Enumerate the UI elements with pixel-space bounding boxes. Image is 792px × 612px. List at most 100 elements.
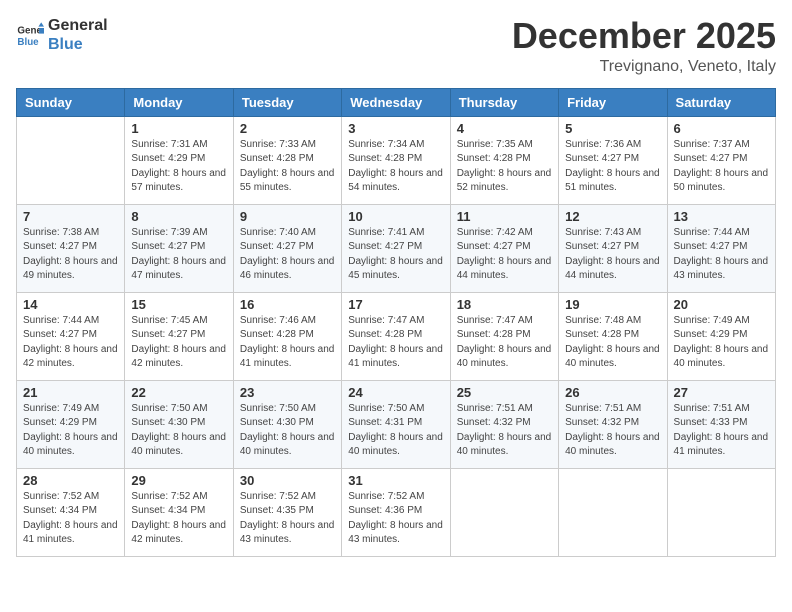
day-info: Sunrise: 7:34 AMSunset: 4:28 PMDaylight:… (348, 138, 443, 196)
day-number: 1 (131, 121, 226, 136)
calendar-cell: 11 Sunrise: 7:42 AMSunset: 4:27 PMDayligh… (450, 204, 558, 292)
weekday-header-wednesday: Wednesday (342, 88, 450, 116)
day-info: Sunrise: 7:52 AMSunset: 4:34 PMDaylight:… (131, 490, 226, 548)
calendar-cell: 12Sunrise: 7:43 AMSunset: 4:27 PMDayligh… (559, 204, 667, 292)
day-number: 31 (348, 473, 443, 488)
day-number: 17 (348, 297, 443, 312)
day-info: Sunrise: 7:52 AMSunset: 4:36 PMDaylight:… (348, 490, 443, 548)
day-number: 10 (348, 209, 443, 224)
calendar-cell: 24Sunrise: 7:50 AMSunset: 4:31 PMDayligh… (342, 380, 450, 468)
calendar-cell: 21 Sunrise: 7:49 AMSunset: 4:29 PMDayligh… (17, 380, 125, 468)
day-number: 22 (131, 385, 226, 400)
calendar-cell: 18 Sunrise: 7:47 AMSunset: 4:28 PMDayligh… (450, 292, 558, 380)
calendar-cell: 31 Sunrise: 7:52 AMSunset: 4:36 PMDayligh… (342, 468, 450, 556)
day-number: 18 (457, 297, 552, 312)
day-number: 6 (674, 121, 769, 136)
day-info: Sunrise: 7:45 AMSunset: 4:27 PMDaylight:… (131, 314, 226, 372)
weekday-header-sunday: Sunday (17, 88, 125, 116)
calendar-cell: 3 Sunrise: 7:34 AMSunset: 4:28 PMDaylight… (342, 116, 450, 204)
day-info: Sunrise: 7:47 AMSunset: 4:28 PMDaylight:… (457, 314, 552, 372)
weekday-header-monday: Monday (125, 88, 233, 116)
day-info: Sunrise: 7:48 AMSunset: 4:28 PMDaylight:… (565, 314, 660, 372)
logo-text-general: General (48, 16, 108, 35)
week-row-1: 1 Sunrise: 7:31 AMSunset: 4:29 PMDaylight… (17, 116, 776, 204)
calendar-cell: 23 Sunrise: 7:50 AMSunset: 4:30 PMDayligh… (233, 380, 341, 468)
day-info: Sunrise: 7:52 AMSunset: 4:34 PMDaylight:… (23, 490, 118, 548)
calendar-cell: 30Sunrise: 7:52 AMSunset: 4:35 PMDayligh… (233, 468, 341, 556)
calendar-cell: 22 Sunrise: 7:50 AMSunset: 4:30 PMDayligh… (125, 380, 233, 468)
day-number: 25 (457, 385, 552, 400)
day-info: Sunrise: 7:50 AMSunset: 4:30 PMDaylight:… (131, 402, 226, 460)
calendar-cell: 13 Sunrise: 7:44 AMSunset: 4:27 PMDayligh… (667, 204, 775, 292)
calendar-cell: 8 Sunrise: 7:39 AMSunset: 4:27 PMDaylight… (125, 204, 233, 292)
day-info: Sunrise: 7:41 AMSunset: 4:27 PMDaylight:… (348, 226, 443, 284)
day-number: 9 (240, 209, 335, 224)
weekday-header-thursday: Thursday (450, 88, 558, 116)
day-info: Sunrise: 7:39 AMSunset: 4:27 PMDaylight:… (131, 226, 226, 284)
day-info: Sunrise: 7:51 AMSunset: 4:32 PMDaylight:… (565, 402, 660, 460)
day-info: Sunrise: 7:47 AMSunset: 4:28 PMDaylight:… (348, 314, 443, 372)
day-number: 5 (565, 121, 660, 136)
calendar-cell: 4 Sunrise: 7:35 AMSunset: 4:28 PMDaylight… (450, 116, 558, 204)
week-row-3: 14Sunrise: 7:44 AMSunset: 4:27 PMDayligh… (17, 292, 776, 380)
day-info: Sunrise: 7:31 AMSunset: 4:29 PMDaylight:… (131, 138, 226, 196)
day-number: 2 (240, 121, 335, 136)
calendar-cell: 1 Sunrise: 7:31 AMSunset: 4:29 PMDaylight… (125, 116, 233, 204)
day-number: 15 (131, 297, 226, 312)
day-number: 29 (131, 473, 226, 488)
calendar-cell: 17 Sunrise: 7:47 AMSunset: 4:28 PMDayligh… (342, 292, 450, 380)
day-number: 16 (240, 297, 335, 312)
day-number: 11 (457, 209, 552, 224)
day-info: Sunrise: 7:49 AMSunset: 4:29 PMDaylight:… (674, 314, 769, 372)
day-info: Sunrise: 7:38 AMSunset: 4:27 PMDaylight:… (23, 226, 118, 284)
calendar-cell: 9 Sunrise: 7:40 AMSunset: 4:27 PMDaylight… (233, 204, 341, 292)
day-info: Sunrise: 7:44 AMSunset: 4:27 PMDaylight:… (674, 226, 769, 284)
day-number: 8 (131, 209, 226, 224)
day-number: 24 (348, 385, 443, 400)
calendar-cell: 19Sunrise: 7:48 AMSunset: 4:28 PMDayligh… (559, 292, 667, 380)
day-info: Sunrise: 7:40 AMSunset: 4:27 PMDaylight:… (240, 226, 335, 284)
calendar-cell: 16Sunrise: 7:46 AMSunset: 4:28 PMDayligh… (233, 292, 341, 380)
title-block: December 2025 Trevignano, Veneto, Italy (512, 16, 776, 76)
day-info: Sunrise: 7:51 AMSunset: 4:33 PMDaylight:… (674, 402, 769, 460)
weekday-header-saturday: Saturday (667, 88, 775, 116)
day-info: Sunrise: 7:35 AMSunset: 4:28 PMDaylight:… (457, 138, 552, 196)
calendar-cell: 6 Sunrise: 7:37 AMSunset: 4:27 PMDaylight… (667, 116, 775, 204)
calendar-cell: 25 Sunrise: 7:51 AMSunset: 4:32 PMDayligh… (450, 380, 558, 468)
day-number: 26 (565, 385, 660, 400)
day-info: Sunrise: 7:36 AMSunset: 4:27 PMDaylight:… (565, 138, 660, 196)
logo-text-blue: Blue (48, 35, 108, 54)
weekday-header-row: SundayMondayTuesdayWednesdayThursdayFrid… (17, 88, 776, 116)
logo-icon: General Blue (16, 21, 44, 49)
calendar-cell (17, 116, 125, 204)
location: Trevignano, Veneto, Italy (512, 58, 776, 76)
calendar-table: SundayMondayTuesdayWednesdayThursdayFrid… (16, 88, 776, 557)
day-number: 14 (23, 297, 118, 312)
week-row-4: 21 Sunrise: 7:49 AMSunset: 4:29 PMDayligh… (17, 380, 776, 468)
weekday-header-tuesday: Tuesday (233, 88, 341, 116)
day-number: 27 (674, 385, 769, 400)
weekday-header-friday: Friday (559, 88, 667, 116)
day-number: 13 (674, 209, 769, 224)
calendar-cell: 27 Sunrise: 7:51 AMSunset: 4:33 PMDayligh… (667, 380, 775, 468)
day-number: 21 (23, 385, 118, 400)
day-number: 28 (23, 473, 118, 488)
svg-text:Blue: Blue (17, 37, 39, 48)
day-info: Sunrise: 7:51 AMSunset: 4:32 PMDaylight:… (457, 402, 552, 460)
calendar-cell: 2Sunrise: 7:33 AMSunset: 4:28 PMDaylight… (233, 116, 341, 204)
day-number: 4 (457, 121, 552, 136)
day-number: 23 (240, 385, 335, 400)
day-number: 12 (565, 209, 660, 224)
calendar-cell: 29 Sunrise: 7:52 AMSunset: 4:34 PMDayligh… (125, 468, 233, 556)
calendar-cell: 14Sunrise: 7:44 AMSunset: 4:27 PMDayligh… (17, 292, 125, 380)
calendar-cell: 5 Sunrise: 7:36 AMSunset: 4:27 PMDaylight… (559, 116, 667, 204)
calendar-cell: 15 Sunrise: 7:45 AMSunset: 4:27 PMDayligh… (125, 292, 233, 380)
calendar-cell (667, 468, 775, 556)
day-info: Sunrise: 7:50 AMSunset: 4:30 PMDaylight:… (240, 402, 335, 460)
day-number: 3 (348, 121, 443, 136)
day-info: Sunrise: 7:42 AMSunset: 4:27 PMDaylight:… (457, 226, 552, 284)
day-number: 30 (240, 473, 335, 488)
day-info: Sunrise: 7:49 AMSunset: 4:29 PMDaylight:… (23, 402, 118, 460)
day-info: Sunrise: 7:37 AMSunset: 4:27 PMDaylight:… (674, 138, 769, 196)
day-number: 7 (23, 209, 118, 224)
